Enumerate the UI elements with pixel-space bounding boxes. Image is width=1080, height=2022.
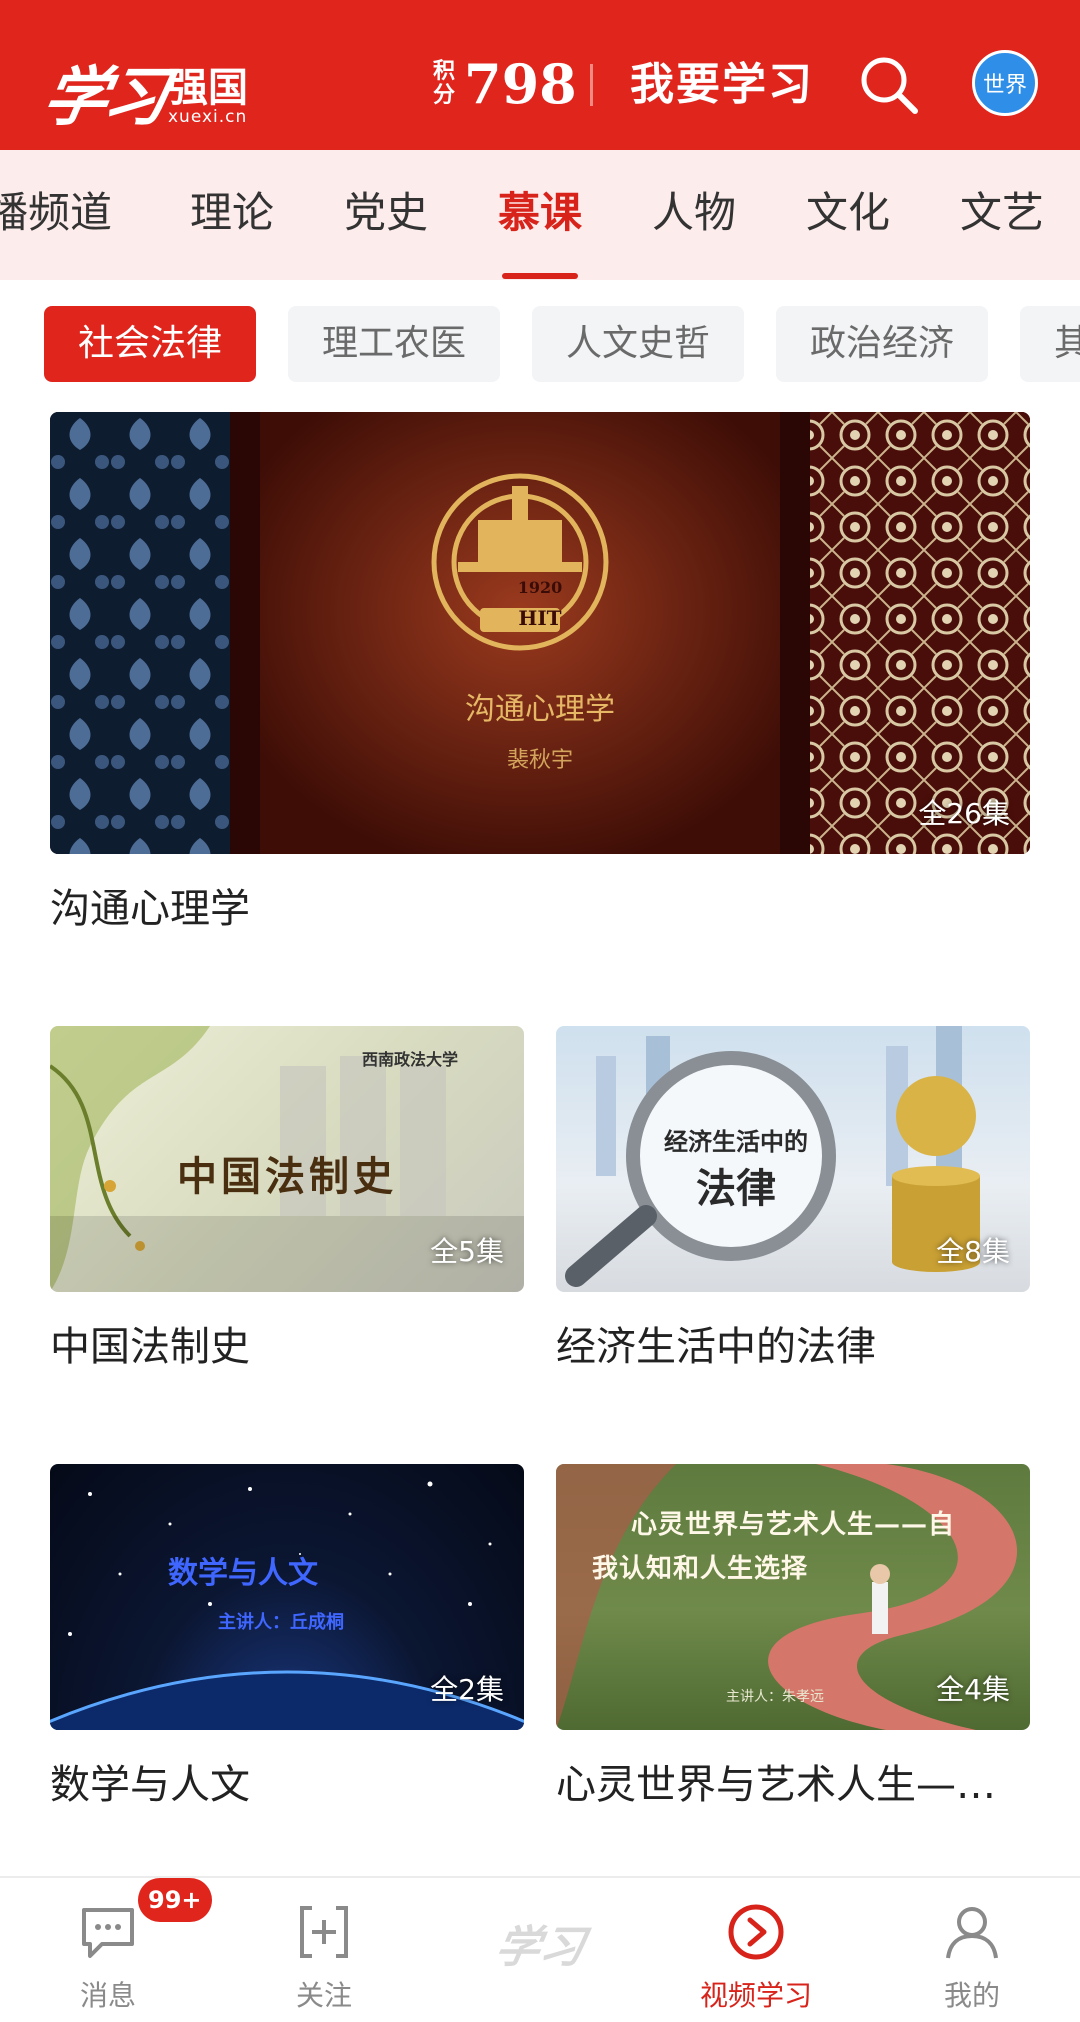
thumb-emblem-text: HIT [518, 606, 562, 630]
course-thumbnail[interactable]: 1920 HIT 沟通心理学 裴秋宇 全26集 [50, 412, 1030, 854]
header-divider [590, 64, 593, 106]
category-chip-row: 社会法律 理工农医 人文史哲 政治经济 其 [0, 306, 1080, 384]
course-title[interactable]: 心灵世界与艺术人生—… [556, 1752, 996, 1810]
logo-domain: xuexi.cn [168, 107, 248, 127]
course-title[interactable]: 经济生活中的法律 [556, 1314, 876, 1372]
points-display[interactable]: 积分 798 [432, 52, 577, 116]
message-badge: 99+ [138, 1878, 212, 1922]
thumb-university: 西南政法大学 [362, 1050, 459, 1069]
course-title[interactable]: 沟通心理学 [50, 876, 250, 934]
play-circle-icon [728, 1904, 784, 1960]
thumb-title-line1: 经济生活中的 [664, 1127, 808, 1156]
thumb-lecturer: 裴秋宇 [506, 748, 573, 773]
course-thumbnail[interactable]: 心灵世界与艺术人生——自 我认知和人生选择 主讲人：朱孝远 全4集 [556, 1464, 1030, 1730]
episode-count: 全2集 [430, 1673, 504, 1706]
nav-follow-label: 关注 [295, 1979, 352, 2012]
episode-count: 全4集 [936, 1673, 1010, 1706]
bottom-navigation: 99+ 消息 关注 学习 视频学习 我的 [0, 1876, 1080, 2022]
points-label: 积分 [432, 59, 455, 108]
thumb-title-line2: 法律 [696, 1165, 776, 1212]
chip-politics-economics[interactable]: 政治经济 [776, 306, 988, 382]
thumb-course-title: 数学与人文 [168, 1556, 318, 1591]
channel-tab-bar: 播频道 理论 党史 慕课 人物 文化 文艺 [0, 150, 1080, 280]
thumb-course-title: 中国法制史 [177, 1153, 397, 1200]
message-icon [82, 1908, 134, 1958]
nav-follow[interactable]: 关注 [244, 1878, 404, 2022]
chip-society-law[interactable]: 社会法律 [44, 306, 256, 382]
search-icon[interactable] [858, 54, 920, 116]
thumb-course-title: 沟通心理学 [465, 692, 615, 727]
nav-messages-label: 消息 [79, 1979, 136, 2012]
tab-party-history[interactable]: 党史 [344, 188, 428, 238]
app-logo[interactable]: 学习 强国 xuexi.cn [37, 50, 248, 135]
thumb-emblem-year: 1920 [517, 578, 563, 597]
tab-people[interactable]: 人物 [652, 188, 736, 238]
chip-science-engineering[interactable]: 理工农医 [288, 306, 500, 382]
tab-theory[interactable]: 理论 [190, 188, 274, 238]
tab-literature-art[interactable]: 文艺 [960, 188, 1044, 238]
nav-video-study-label: 视频学习 [699, 1979, 812, 2012]
tab-broadcast[interactable]: 播频道 [0, 188, 112, 238]
tab-culture[interactable]: 文化 [806, 188, 890, 238]
user-icon [946, 1907, 998, 1959]
nav-mine[interactable]: 我的 [892, 1878, 1052, 2022]
chip-humanities[interactable]: 人文史哲 [532, 306, 744, 382]
nav-messages[interactable]: 99+ 消息 [28, 1878, 212, 2022]
logo-text: 强国 [168, 65, 248, 111]
points-value: 798 [464, 52, 577, 116]
logo-script: 学习 [37, 60, 171, 135]
nav-mine-label: 我的 [943, 1979, 1000, 2012]
tab-mooc[interactable]: 慕课 [498, 188, 582, 238]
course-thumbnail[interactable]: 经济生活中的 法律 全8集 [556, 1026, 1030, 1292]
course-title[interactable]: 中国法制史 [50, 1314, 250, 1372]
thumbnail-artwork [50, 412, 1030, 854]
thumb-title-line2: 我认知和人生选择 [592, 1554, 809, 1584]
episode-count: 全5集 [430, 1235, 504, 1268]
study-button[interactable]: 我要学习 [630, 55, 814, 115]
active-tab-indicator [502, 273, 578, 279]
episode-count: 全26集 [918, 797, 1010, 830]
thumb-lecturer: 主讲人：丘成桐 [218, 1612, 344, 1633]
follow-icon [300, 1906, 348, 1958]
world-button[interactable]: 世界 [972, 50, 1038, 116]
home-logo-button[interactable]: 学习 [483, 1908, 597, 1988]
top-header: 学习 强国 xuexi.cn 积分 798 我要学习 世界 [0, 0, 1080, 150]
nav-video-study[interactable]: 视频学习 [676, 1878, 836, 2022]
course-title[interactable]: 数学与人文 [50, 1752, 250, 1810]
thumb-title-line1: 心灵世界与艺术人生——自 [630, 1510, 955, 1540]
course-thumbnail[interactable]: 西南政法大学 中国法制史 全5集 [50, 1026, 524, 1292]
thumb-lecturer: 主讲人：朱孝远 [726, 1689, 824, 1705]
chip-other[interactable]: 其 [1020, 306, 1080, 382]
episode-count: 全8集 [936, 1235, 1010, 1268]
course-thumbnail[interactable]: 数学与人文 主讲人：丘成桐 全2集 [50, 1464, 524, 1730]
